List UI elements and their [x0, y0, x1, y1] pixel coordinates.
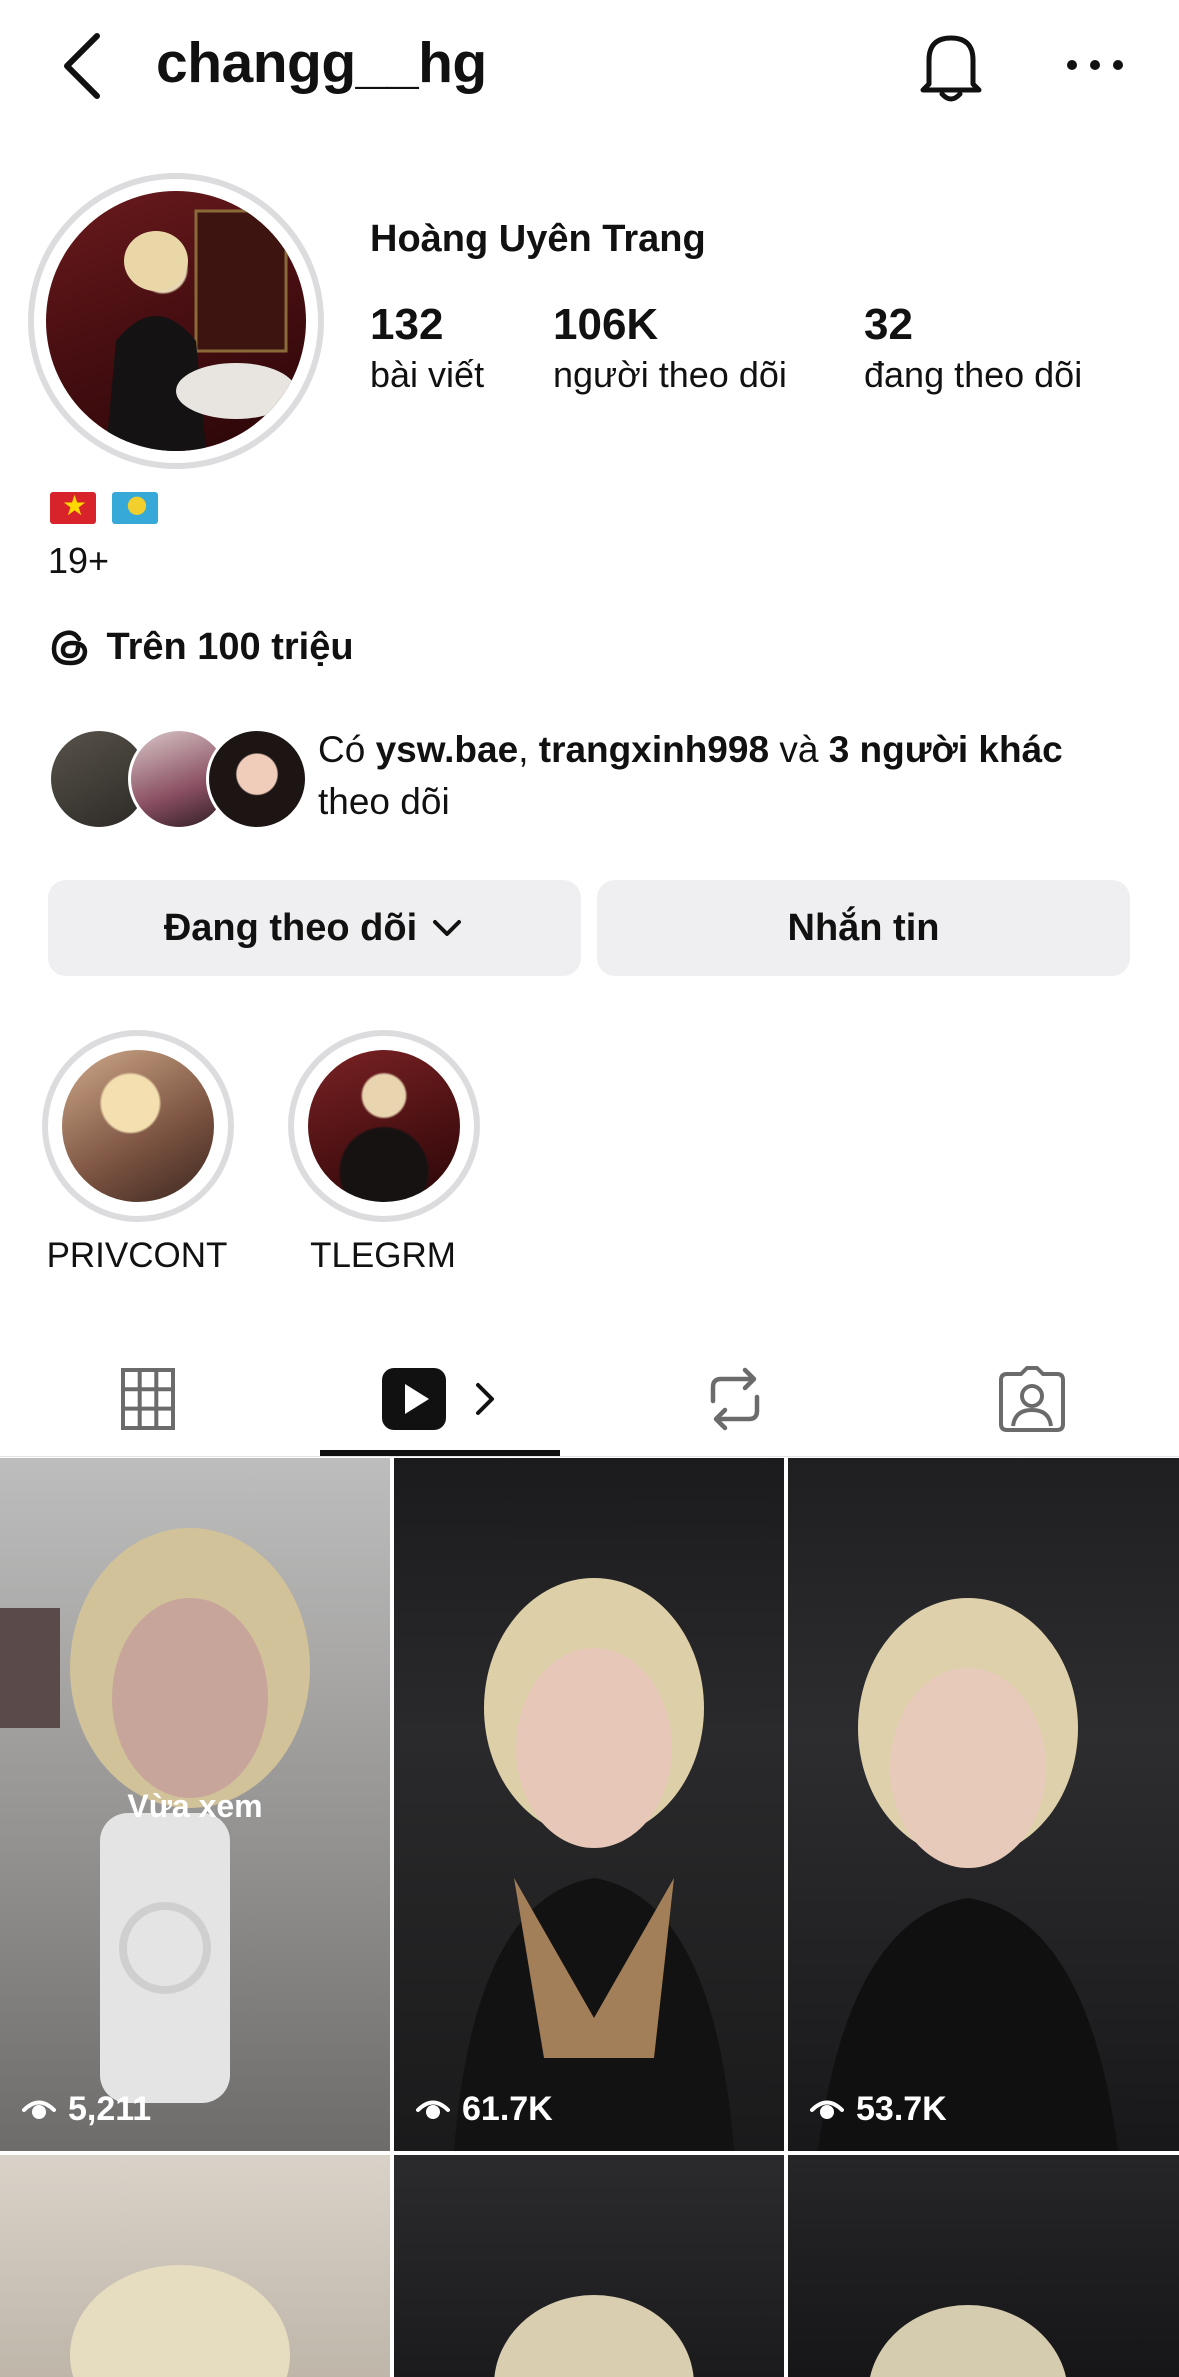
grid-icon	[120, 1368, 175, 1430]
bell-icon	[920, 35, 982, 102]
chevron-left-icon	[64, 33, 100, 99]
eye-icon	[810, 2100, 844, 2119]
mutual-user-link[interactable]: trangxinh998	[539, 729, 769, 770]
profile-avatar[interactable]	[46, 191, 306, 451]
view-count: 5,211	[22, 2090, 151, 2129]
mutual-followers-avatars[interactable]	[48, 728, 308, 830]
highlight-label[interactable]: TLEGRM	[273, 1236, 493, 1276]
reel-photo	[494, 2295, 694, 2377]
just-watched-label: Vừa xem	[127, 1788, 263, 1824]
reel-thumbnail[interactable]	[788, 2155, 1179, 2377]
reel-photo	[454, 1578, 734, 2151]
mutual-user-link[interactable]: ysw.bae	[376, 729, 519, 770]
highlight-cover[interactable]	[62, 1050, 214, 1202]
highlight-label[interactable]: PRIVCONT	[27, 1236, 247, 1276]
reel-thumbnail[interactable]	[0, 2155, 390, 2377]
profile-username: changg__hg	[156, 31, 487, 95]
message-button[interactable]: Nhắn tin	[597, 880, 1130, 976]
more-options-button[interactable]	[1060, 40, 1130, 90]
mutual-and: và	[769, 729, 829, 770]
kazakhstan-flag-icon	[112, 490, 159, 524]
threads-badge[interactable]: Trên 100 triệu	[48, 625, 354, 675]
tab-reels[interactable]	[320, 1340, 560, 1458]
reel-thumbnail[interactable]: 61.7K	[394, 1458, 784, 2151]
mutual-others-link[interactable]: 3 người khác	[829, 729, 1063, 770]
vietnam-flag-icon	[50, 489, 96, 524]
tab-posts[interactable]	[0, 1340, 295, 1458]
notifications-button[interactable]	[915, 28, 987, 104]
reel-photo	[70, 2265, 290, 2377]
tab-tagged[interactable]	[885, 1340, 1179, 1458]
eye-icon	[22, 2100, 56, 2119]
mutual-suffix: theo dõi	[318, 781, 450, 822]
following-label[interactable]: đang theo dõi	[864, 354, 1082, 396]
mutual-separator: ,	[518, 729, 539, 770]
threads-label: Trên 100 triệu	[106, 625, 354, 668]
top-bar: changg__hg	[0, 0, 1179, 130]
followers-count[interactable]: 106K	[553, 300, 658, 350]
reel-thumbnail[interactable]: Vừa xem 5,211	[0, 1458, 390, 2151]
message-button-label: Nhắn tin	[787, 906, 940, 949]
following-button[interactable]: Đang theo dõi	[48, 880, 581, 976]
bio-flags	[50, 489, 170, 530]
chevron-down-icon	[433, 920, 462, 936]
bio-age: 19+	[48, 540, 110, 581]
threads-icon	[48, 625, 92, 669]
view-count-value: 61.7K	[462, 2090, 553, 2128]
reel-thumbnail[interactable]	[394, 2155, 784, 2377]
eye-icon	[416, 2100, 450, 2119]
highlight-cover[interactable]	[308, 1050, 460, 1202]
posts-label[interactable]: bài viết	[370, 354, 484, 396]
tab-reposts[interactable]	[590, 1340, 880, 1458]
avatar	[206, 728, 308, 830]
reel-photo	[870, 2305, 1066, 2377]
chevron-right-icon	[476, 1383, 494, 1415]
more-horizontal-icon	[1067, 60, 1123, 70]
followers-label[interactable]: người theo dõi	[553, 354, 787, 396]
divider	[0, 1456, 1179, 1457]
view-count: 53.7K	[810, 2090, 947, 2129]
following-count[interactable]: 32	[864, 300, 913, 350]
reel-thumbnail[interactable]: 53.7K	[788, 1458, 1179, 2151]
view-count-value: 5,211	[68, 2090, 152, 2128]
posts-count[interactable]: 132	[370, 300, 443, 350]
display-name: Hoàng Uyên Trang	[370, 218, 706, 260]
reels-icon	[382, 1368, 446, 1430]
reel-photo	[818, 1598, 1118, 2151]
mutual-followers-text[interactable]: Có ysw.bae, trangxinh998 và 3 người khác…	[318, 724, 1148, 828]
repost-icon	[710, 1367, 760, 1431]
mutual-prefix: Có	[318, 729, 376, 770]
profile-tabs	[0, 1340, 1179, 1458]
view-count: 61.7K	[416, 2090, 553, 2129]
tagged-person-icon	[999, 1366, 1065, 1432]
back-button[interactable]	[55, 28, 115, 104]
following-button-label: Đang theo dõi	[163, 906, 418, 949]
view-count-value: 53.7K	[856, 2090, 947, 2128]
avatar-photo	[106, 209, 296, 451]
